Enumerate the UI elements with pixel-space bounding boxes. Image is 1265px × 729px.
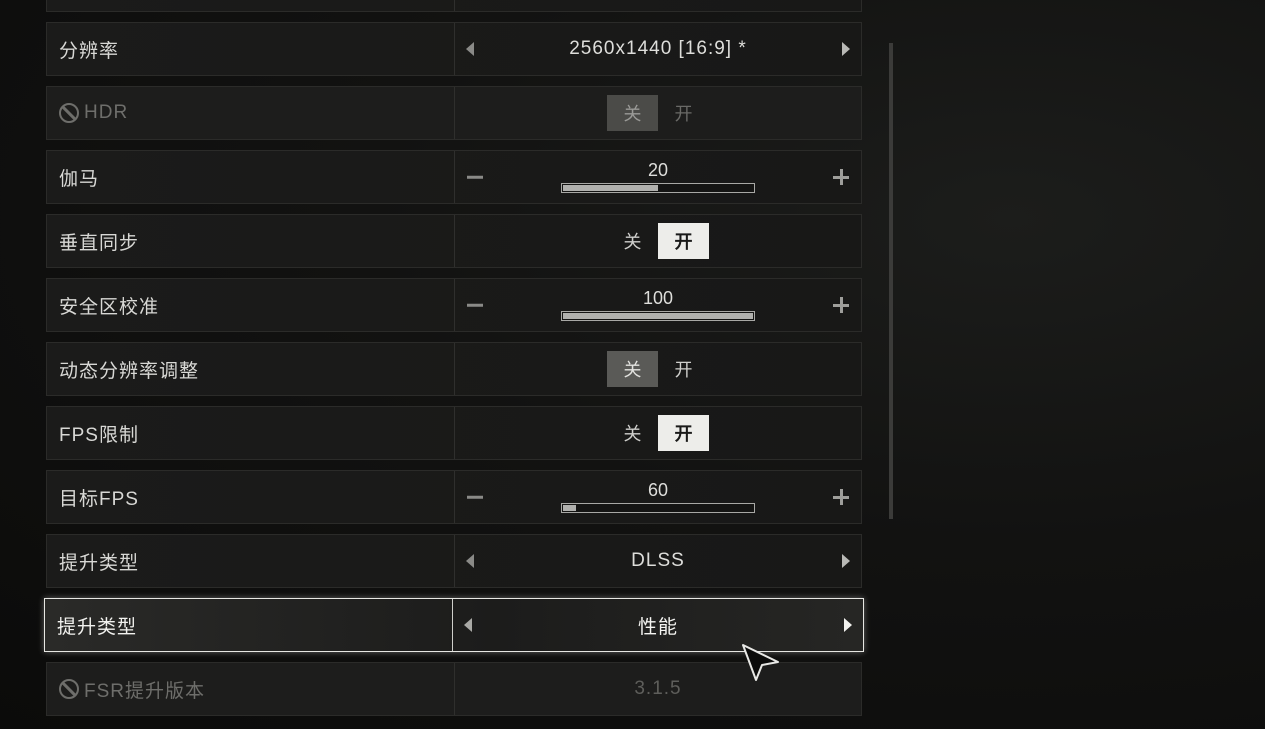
arrow-right-icon[interactable] [842,42,850,56]
toggle-on-option: 开 [674,104,693,124]
graphics-settings-list: 分辨率 2560x1440 [16:9] * HDR 关开伽马 20 垂直同步关开安全区校… [44,0,864,726]
minus-icon[interactable] [467,303,483,307]
setting-control[interactable]: 关开 [455,343,861,395]
setting-row[interactable]: 目标FPS 60 [46,470,862,524]
setting-label: 分辨率 [47,23,455,75]
toggle-switch: 关开 [607,95,709,131]
selector-value: 性能 [637,616,678,638]
setting-control[interactable]: 关开 [455,215,861,267]
static-value: 3.1.5 [634,678,682,699]
setting-label [47,0,455,11]
plus-icon[interactable] [833,169,849,185]
setting-control[interactable]: DLSS [455,535,861,587]
setting-label: 安全区校准 [47,279,455,331]
toggle-off-option[interactable]: 关 [607,415,658,451]
setting-label: 动态分辨率调整 [47,343,455,395]
slider-track[interactable] [561,183,755,193]
setting-label-text: 提升类型 [59,552,140,574]
setting-control[interactable]: 性能 [453,599,863,651]
setting-label: FPS限制 [47,407,455,459]
plus-icon[interactable] [833,489,849,505]
slider-fill [563,505,577,511]
slider-value: 100 [642,288,674,308]
toggle-switch[interactable]: 关开 [607,223,709,259]
slider-fill [563,185,658,191]
setting-row[interactable]: FPS限制 关开 [46,406,862,460]
setting-label-text: FPS限制 [59,424,139,446]
setting-label-text: 目标FPS [59,488,139,510]
setting-label: 目标FPS [47,471,455,523]
toggle-off-option[interactable]: 关 [607,351,658,387]
selector-value: 2560x1440 [16:9] * [569,38,747,59]
prohibited-icon [59,103,79,123]
setting-label: 伽马 [47,151,455,203]
minus-icon[interactable] [467,495,483,499]
slider[interactable]: 100 [561,287,755,321]
setting-label-text: 提升类型 [57,616,138,638]
selector-value: DLSS [631,550,685,571]
slider[interactable]: 60 [561,479,755,513]
setting-label-text: 垂直同步 [59,232,140,254]
setting-label-text: 动态分辨率调整 [59,360,200,382]
settings-scrollbar[interactable] [889,43,893,519]
setting-label: 提升类型 [45,599,453,651]
arrow-left-icon[interactable] [464,618,472,632]
setting-row[interactable]: 提升类型 DLSS [46,534,862,588]
setting-label-text: 分辨率 [59,40,120,62]
setting-label-text: 安全区校准 [59,296,160,318]
toggle-switch[interactable]: 关开 [607,351,709,387]
toggle-on-option[interactable]: 开 [658,415,709,451]
setting-row[interactable]: 垂直同步 关开 [46,214,862,268]
setting-row[interactable] [46,0,862,12]
slider-track[interactable] [561,503,755,513]
setting-row[interactable]: 伽马 20 [46,150,862,204]
setting-control[interactable]: 关开 [455,407,861,459]
slider-fill [563,313,753,319]
arrow-right-icon[interactable] [844,618,852,632]
setting-label-text: FSR提升版本 [84,680,206,702]
setting-label-text: HDR [84,102,129,123]
setting-control: 关开 [455,87,861,139]
setting-label: HDR [47,87,455,139]
setting-control: 3.1.5 [455,663,861,715]
arrow-left-icon[interactable] [466,42,474,56]
arrow-right-icon[interactable] [842,554,850,568]
setting-control[interactable]: 20 [455,151,861,203]
slider[interactable]: 20 [561,159,755,193]
setting-label: FSR提升版本 [47,663,455,715]
mouse-pointer-icon [742,644,779,681]
toggle-switch[interactable]: 关开 [607,415,709,451]
plus-icon[interactable] [833,297,849,313]
setting-row[interactable]: 安全区校准 100 [46,278,862,332]
toggle-on-option[interactable]: 开 [658,223,709,259]
slider-track[interactable] [561,311,755,321]
setting-row[interactable]: HDR 关开 [46,86,862,140]
setting-row[interactable]: 动态分辨率调整 关开 [46,342,862,396]
setting-label: 提升类型 [47,535,455,587]
slider-value: 20 [647,160,669,180]
setting-control[interactable] [455,0,861,11]
arrow-left-icon[interactable] [466,554,474,568]
toggle-off-option: 关 [607,95,658,131]
setting-control[interactable]: 2560x1440 [16:9] * [455,23,861,75]
setting-control[interactable]: 100 [455,279,861,331]
setting-row[interactable]: 分辨率 2560x1440 [16:9] * [46,22,862,76]
toggle-on-option[interactable]: 开 [658,351,709,387]
minus-icon[interactable] [467,175,483,179]
setting-label-text: 伽马 [59,168,100,190]
setting-control[interactable]: 60 [455,471,861,523]
toggle-off-option[interactable]: 关 [607,223,658,259]
setting-label: 垂直同步 [47,215,455,267]
prohibited-icon [59,679,79,699]
slider-value: 60 [647,480,669,500]
